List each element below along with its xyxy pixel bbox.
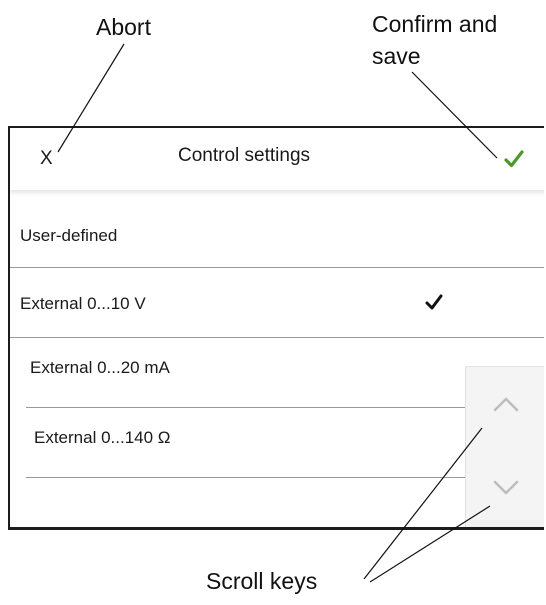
control-settings-screen: X Control settings User-defined External… — [8, 126, 544, 530]
option-label: External 0...10 V — [20, 294, 146, 313]
abort-button[interactable]: X — [40, 148, 53, 170]
option-external-10v[interactable]: External 0...10 V — [10, 270, 544, 338]
annotation-abort: Abort — [96, 14, 151, 40]
chevron-down-icon — [493, 480, 519, 495]
scroll-panel — [465, 366, 544, 527]
page-title: Control settings — [178, 145, 311, 166]
option-label: External 0...20 mA — [30, 358, 170, 377]
annotation-confirm-line1: Confirm and — [372, 11, 498, 37]
annotation-scroll-keys: Scroll keys — [206, 568, 318, 594]
option-external-20ma[interactable]: External 0...20 mA — [26, 340, 466, 408]
checkmark-icon — [504, 150, 524, 168]
dialog-header: X Control settings — [10, 128, 544, 190]
scroll-up-button[interactable] — [466, 367, 544, 449]
option-external-140ohm[interactable]: External 0...140 Ω — [26, 410, 466, 478]
option-user-defined[interactable]: User-defined — [10, 200, 544, 268]
scroll-down-button[interactable] — [466, 451, 544, 527]
annotation-confirm-line2: save — [372, 43, 421, 69]
chevron-up-icon — [493, 397, 519, 412]
confirm-save-button[interactable] — [502, 147, 526, 171]
option-label: User-defined — [20, 226, 118, 245]
selected-check-icon — [425, 294, 443, 310]
option-label: External 0...140 Ω — [34, 428, 171, 447]
